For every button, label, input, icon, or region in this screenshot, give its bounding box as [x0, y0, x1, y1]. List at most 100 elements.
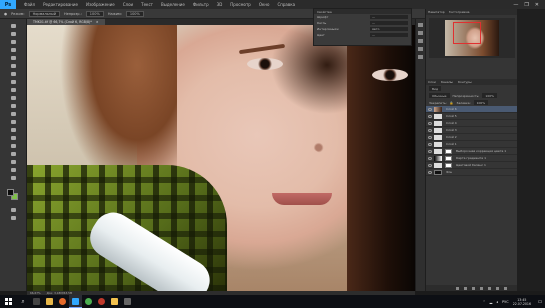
menu-3d[interactable]: 3D	[213, 2, 227, 7]
marquee-tool-icon[interactable]	[9, 31, 18, 36]
fx-icon[interactable]	[464, 286, 467, 290]
property-value[interactable]: —	[370, 15, 408, 19]
taskbar-app-folder[interactable]	[108, 295, 121, 308]
layer-filter-select[interactable]: Вид	[429, 86, 442, 91]
taskbar-app-chrome[interactable]	[82, 295, 95, 308]
character-panel-icon[interactable]	[418, 47, 423, 51]
menu-edit[interactable]: Редактирование	[39, 2, 82, 7]
add-mask-icon[interactable]	[472, 286, 475, 290]
tab-channels[interactable]: Каналы	[441, 80, 453, 84]
quick-select-tool-icon[interactable]	[9, 47, 18, 52]
minimize-icon[interactable]: —	[513, 2, 518, 8]
lock-icon[interactable]: 🔒	[450, 101, 454, 105]
new-group-icon[interactable]	[488, 286, 491, 290]
layer-row[interactable]: Слой 6	[426, 106, 518, 113]
visibility-eye-icon[interactable]	[428, 128, 432, 132]
visibility-eye-icon[interactable]	[428, 149, 432, 153]
property-value[interactable]: —	[370, 21, 408, 25]
layer-row[interactable]: Слой 5	[426, 113, 518, 120]
document-canvas[interactable]	[27, 25, 415, 291]
menu-select[interactable]: Выделение	[157, 2, 189, 7]
menu-type[interactable]: Текст	[137, 2, 157, 7]
delete-layer-icon[interactable]	[504, 286, 507, 290]
new-layer-icon[interactable]	[496, 286, 499, 290]
visibility-eye-icon[interactable]	[428, 142, 432, 146]
layer-row[interactable]: Выборочная коррекция цвета 1	[426, 148, 518, 155]
zoom-tool-icon[interactable]	[9, 175, 18, 180]
menu-filter[interactable]: Фильтр	[189, 2, 213, 7]
maximize-icon[interactable]: ❐	[524, 2, 528, 8]
layer-row[interactable]: Фон	[426, 169, 518, 176]
hand-tool-icon[interactable]	[9, 167, 18, 172]
actions-panel-icon[interactable]	[418, 31, 423, 35]
visibility-eye-icon[interactable]	[428, 114, 432, 118]
menu-image[interactable]: Изображение	[82, 2, 119, 7]
type-tool-icon[interactable]	[9, 143, 18, 148]
mode-select[interactable]: Нормальный	[28, 10, 60, 17]
language-indicator[interactable]: РУС	[502, 300, 509, 304]
menu-file[interactable]: Файл	[20, 2, 39, 7]
foreground-color-swatch[interactable]	[7, 189, 14, 196]
navigator-view-box[interactable]	[453, 22, 481, 44]
notification-center-icon[interactable]: ▭	[535, 295, 545, 308]
screen-mode-icon[interactable]	[9, 215, 18, 220]
layer-mask-thumbnail[interactable]	[445, 155, 452, 161]
layer-opacity-input[interactable]: 100%	[482, 93, 497, 98]
layer-row[interactable]: Слой 1	[426, 141, 518, 148]
visibility-eye-icon[interactable]	[428, 135, 432, 139]
tab-histogram[interactable]: Гистограмма	[449, 10, 470, 14]
volume-icon[interactable]: ◂	[496, 300, 498, 304]
brush-tool-icon[interactable]	[9, 79, 18, 84]
link-layers-icon[interactable]	[456, 286, 459, 290]
shape-tool-icon[interactable]	[9, 159, 18, 164]
property-value[interactable]: —	[370, 33, 408, 37]
visibility-eye-icon[interactable]	[428, 156, 432, 160]
eraser-tool-icon[interactable]	[9, 103, 18, 108]
menu-window[interactable]: Окно	[255, 2, 274, 7]
layer-row[interactable]: Цветовой баланс 1	[426, 162, 518, 169]
opacity-input[interactable]: 100%	[85, 10, 104, 17]
layer-row[interactable]: Слой 3	[426, 127, 518, 134]
healing-brush-tool-icon[interactable]	[9, 71, 18, 76]
menu-help[interactable]: Справка	[273, 2, 299, 7]
brushes-panel-icon[interactable]	[418, 39, 423, 43]
start-button[interactable]	[0, 295, 16, 308]
path-select-tool-icon[interactable]	[9, 151, 18, 156]
taskbar-app-firefox[interactable]	[56, 295, 69, 308]
dodge-tool-icon[interactable]	[9, 127, 18, 132]
quick-mask-icon[interactable]	[9, 207, 18, 212]
taskbar-app-photoshop[interactable]	[69, 295, 82, 308]
flow-input[interactable]: 100%	[125, 10, 144, 17]
search-icon[interactable]: ⌕	[16, 295, 30, 308]
visibility-eye-icon[interactable]	[428, 170, 432, 174]
taskbar-app-8[interactable]	[121, 295, 134, 308]
tab-paths[interactable]: Контуры	[458, 80, 472, 84]
close-icon[interactable]: ✕	[535, 2, 539, 8]
tray-up-arrow-icon[interactable]: ⌃	[483, 300, 486, 304]
network-icon[interactable]: ▂	[490, 300, 493, 304]
lasso-tool-icon[interactable]	[9, 39, 18, 44]
menu-view[interactable]: Просмотр	[226, 2, 255, 7]
fill-input[interactable]: 100%	[473, 100, 489, 105]
layer-mask-thumbnail[interactable]	[445, 162, 452, 168]
photoshop-logo[interactable]: Ps	[0, 0, 16, 9]
tab-layers[interactable]: Слои	[428, 80, 436, 84]
clock[interactable]: 13:45 22.07.2016	[513, 298, 531, 306]
layer-row[interactable]: Карта градиента 1	[426, 155, 518, 162]
visibility-eye-icon[interactable]	[428, 121, 432, 125]
brush-tool-icon[interactable]: ●	[4, 12, 7, 16]
visibility-eye-icon[interactable]	[428, 163, 432, 167]
layer-row[interactable]: Слой 2	[426, 134, 518, 141]
taskbar-app-task-view[interactable]	[30, 295, 43, 308]
eyedropper-tool-icon[interactable]	[9, 63, 18, 68]
clone-stamp-tool-icon[interactable]	[9, 87, 18, 92]
tab-navigator[interactable]: Навигатор	[428, 10, 445, 14]
adjustment-layer-icon[interactable]	[480, 286, 483, 290]
visibility-eye-icon[interactable]	[428, 107, 432, 111]
history-panel-icon[interactable]	[418, 23, 423, 27]
move-tool-icon[interactable]	[9, 23, 18, 28]
history-brush-tool-icon[interactable]	[9, 95, 18, 100]
tab-close-icon[interactable]: ×	[96, 20, 99, 24]
property-value[interactable]: Авто	[370, 27, 408, 31]
blur-tool-icon[interactable]	[9, 119, 18, 124]
